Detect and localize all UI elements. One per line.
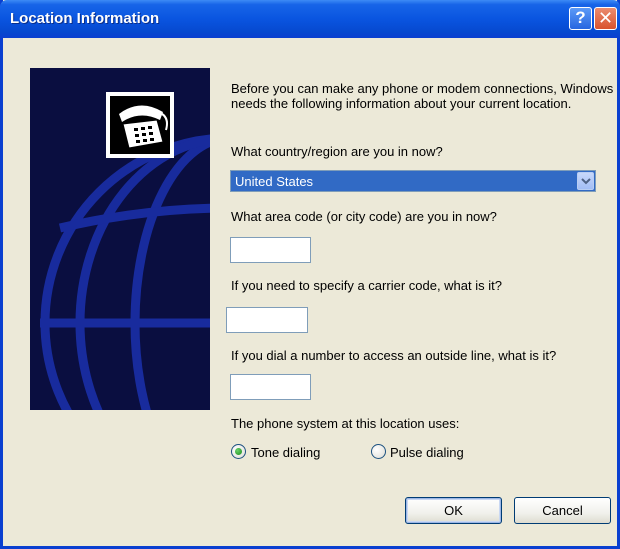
location-information-dialog: Location Information ? ✕ Before you can … — [0, 0, 620, 549]
phone-system-label: The phone system at this location uses: — [231, 416, 460, 431]
area-code-input[interactable] — [230, 237, 311, 263]
outside-line-label: If you dial a number to access an outsid… — [231, 348, 557, 363]
close-button[interactable]: ✕ — [594, 7, 617, 30]
country-dropdown-button[interactable] — [577, 172, 594, 190]
close-icon: ✕ — [597, 8, 614, 28]
intro-text: Before you can make any phone or modem c… — [231, 81, 614, 111]
pulse-dialing-radio[interactable] — [371, 444, 386, 459]
area-code-label: What area code (or city code) are you in… — [231, 209, 497, 224]
globe-graphic — [40, 92, 210, 410]
telephone-globe-icon — [30, 68, 210, 410]
dialog-content: Before you can make any phone or modem c… — [3, 38, 617, 546]
tone-dialing-radio[interactable] — [231, 444, 246, 459]
chevron-down-icon — [581, 178, 591, 185]
carrier-code-label: If you need to specify a carrier code, w… — [231, 278, 502, 293]
tone-dialing-label[interactable]: Tone dialing — [251, 445, 320, 460]
carrier-code-input[interactable] — [226, 307, 308, 333]
window-title: Location Information — [10, 10, 160, 27]
pulse-dialing-label[interactable]: Pulse dialing — [390, 445, 464, 460]
country-select-value: United States — [235, 174, 314, 189]
outside-line-input[interactable] — [230, 374, 311, 400]
country-select[interactable]: United States — [230, 170, 596, 192]
title-bar[interactable]: Location Information ? ✕ — [0, 0, 620, 38]
help-icon: ? — [575, 8, 586, 27]
country-label: What country/region are you in now? — [231, 144, 443, 159]
ok-button[interactable]: OK — [405, 497, 502, 524]
help-button[interactable]: ? — [569, 7, 592, 30]
cancel-button[interactable]: Cancel — [514, 497, 611, 524]
